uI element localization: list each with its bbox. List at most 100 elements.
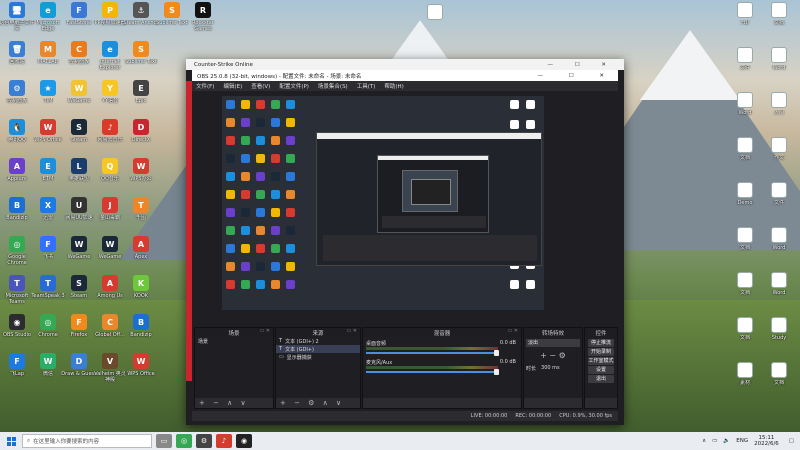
obs-titlebar[interactable]: OBS 25.0.8 (32-bit, windows) - 配置文件: 未命名… — [192, 70, 618, 81]
control-button[interactable]: 退出 — [588, 375, 614, 383]
sources-toolbar[interactable]: + − ⚙ ∧ ∨ — [276, 398, 360, 408]
desktop-icon[interactable]: U 网易UU加速 — [62, 197, 96, 235]
control-button[interactable]: 停止推流 — [588, 339, 614, 347]
source-item[interactable]: ▭ 显示器捕获 — [276, 353, 360, 361]
task-view-icon[interactable]: ▭ — [156, 434, 172, 448]
desktop-icon[interactable]: W WeGame — [62, 80, 96, 118]
source-item[interactable]: T 文本 (GDI+) — [276, 345, 360, 353]
desktop-icon[interactable]: ⚓ Steam Anchor — [123, 2, 159, 40]
menu-item[interactable]: 场景集合(S) — [318, 82, 348, 90]
desktop-file-icon[interactable]: W 作文 — [762, 137, 796, 175]
desktop-icon[interactable]: A Apex — [124, 236, 158, 274]
desktop-icon[interactable]: 🖥 这台电脑主文件夹 — [0, 2, 35, 40]
desktop-icon[interactable]: T 千图 — [124, 197, 158, 235]
desktop-icon[interactable]: C 控制面板 — [62, 41, 96, 79]
desktop-icon[interactable]: P PP视频加速器 — [93, 2, 127, 40]
transition-select[interactable]: 淡出 — [526, 339, 580, 347]
desktop-icon[interactable]: W WPS Office — [124, 353, 158, 391]
desktop-file-icon[interactable]: W 入门 — [762, 92, 796, 130]
desktop-icon[interactable]: ◉ OBS Studio — [0, 314, 34, 352]
obs-window-controls[interactable]: — ☐ ✕ — [537, 73, 618, 79]
desktop-icon[interactable]: A Among Us — [93, 275, 127, 313]
scenes-toolbar[interactable]: + − ∧ ∨ — [195, 398, 273, 408]
desktop-icon[interactable]: D DirectX — [124, 119, 158, 157]
desktop-file-icon[interactable]: ▤ — [418, 4, 452, 42]
desktop-icon[interactable]: ◎ Chrome — [31, 314, 65, 352]
desktop-icon[interactable]: C Global Off... — [93, 314, 127, 352]
desktop-icon[interactable]: B Bandizip — [0, 197, 34, 235]
volume-slider-knob[interactable] — [494, 369, 499, 375]
netease-taskbar-icon[interactable]: ♪ — [216, 434, 232, 448]
desktop-icon[interactable]: S Sublime Text — [155, 2, 189, 40]
input-language[interactable]: ENG — [736, 438, 748, 444]
desktop-icon[interactable]: E Epic — [124, 80, 158, 118]
start-button[interactable] — [0, 432, 22, 450]
app-taskbar-icon[interactable]: ⚙ — [196, 434, 212, 448]
desktop-file-icon[interactable]: W 文件 — [728, 47, 762, 85]
desktop-icon[interactable]: ★ TIM — [31, 80, 65, 118]
desktop-icon[interactable]: A Appium — [0, 158, 34, 196]
desktop-icon[interactable]: K KOOK — [124, 275, 158, 313]
menu-item[interactable]: 编辑(E) — [223, 82, 242, 90]
desktop-file-icon[interactable]: W Word — [762, 47, 796, 85]
desktop-icon[interactable]: W WeGame — [62, 236, 96, 274]
desktop-icon[interactable]: e Internet Explorer — [93, 41, 127, 79]
desktop-icon[interactable]: 🐧 腾讯QQ — [0, 119, 34, 157]
source-item[interactable]: T 文本 (GDI+) 2 — [276, 337, 360, 345]
obs-taskbar-icon[interactable]: ◉ — [236, 434, 252, 448]
projector-titlebar[interactable]: Counter-Strike Online — ☐ ✕ — [186, 59, 624, 70]
desktop-icon[interactable]: J 金山毒霸 — [93, 197, 127, 235]
desktop-icon[interactable]: W WeGame — [93, 236, 127, 274]
desktop-file-icon[interactable]: W Word — [762, 272, 796, 310]
obs-preview[interactable] — [222, 96, 544, 310]
desktop-icon[interactable]: B Bandizip — [124, 314, 158, 352]
desktop-icon[interactable]: e Microsoft Edge — [31, 2, 65, 40]
desktop-file-icon[interactable]: W 文件 — [762, 182, 796, 220]
desktop-icon[interactable]: R Rockstar Games — [186, 2, 220, 40]
volume-slider-knob[interactable] — [494, 350, 499, 356]
mixer-track-mic[interactable]: 麦克风/Aux 0.0 dB — [366, 359, 518, 377]
desktop-icon[interactable]: S Steam — [62, 275, 96, 313]
desktop-file-icon[interactable]: W Demo — [728, 182, 762, 220]
desktop-icon[interactable]: ♪ 网易云音乐 — [93, 119, 127, 157]
desktop-file-icon[interactable]: W 素材 — [728, 362, 762, 400]
desktop-icon[interactable]: W WPS办公 — [124, 158, 158, 196]
desktop-file-icon[interactable]: W FBI — [728, 2, 762, 40]
control-button[interactable]: 设置 — [588, 366, 614, 374]
taskbar-search-input[interactable]: ⌕ 在这里输入你要搜索的内容 — [22, 434, 152, 448]
desktop-icon[interactable]: V Valheim 英灵神殿 — [93, 353, 127, 391]
chrome-taskbar-icon[interactable]: ◎ — [176, 434, 192, 448]
network-icon[interactable]: ▭ — [712, 438, 717, 444]
desktop-icon[interactable]: T TeamSpeak 3 — [31, 275, 65, 313]
desktop-icon[interactable]: Q QQ音乐 — [93, 158, 127, 196]
scene-item[interactable]: 场景 — [195, 337, 273, 345]
desktop-icon[interactable]: ◎ Google Chrome — [0, 236, 34, 274]
control-button[interactable]: 开始录制 — [588, 348, 614, 356]
desktop-icon[interactable]: T Microsoft Teams — [0, 275, 34, 313]
desktop-file-icon[interactable]: W Word — [762, 227, 796, 265]
desktop-icon[interactable]: F Firefox — [62, 314, 96, 352]
desktop-file-icon[interactable]: W 文档 — [762, 2, 796, 40]
desktop-icon[interactable]: S Sublime Text — [124, 41, 158, 79]
desktop-icon[interactable]: W WPS Office — [31, 119, 65, 157]
desktop-icon[interactable]: L 英雄联盟 — [62, 158, 96, 196]
tray-arrow-icon[interactable]: ∧ — [702, 438, 706, 444]
menu-item[interactable]: 工具(T) — [357, 82, 376, 90]
desktop-icon[interactable]: D Draw & Guess — [61, 353, 97, 391]
window-controls[interactable]: — ☐ ✕ — [547, 62, 616, 68]
volume-icon[interactable]: 🔈 — [723, 438, 730, 444]
desktop-icon[interactable]: F FastStone — [62, 2, 96, 40]
mixer-track-desktop[interactable]: 桌面音频 0.0 dB — [366, 340, 518, 358]
desktop-icon[interactable]: S Steam — [62, 119, 96, 157]
desktop-file-icon[interactable]: W 文档 — [728, 317, 762, 355]
clock[interactable]: 15:11 2022/6/6 — [754, 435, 779, 447]
desktop-icon[interactable]: E ETM — [31, 158, 65, 196]
desktop-file-icon[interactable]: W 文档 — [728, 227, 762, 265]
menu-item[interactable]: 帮助(H) — [384, 82, 403, 90]
desktop-icon[interactable]: F 飞书 — [31, 236, 65, 274]
desktop-file-icon[interactable]: W 文档 — [762, 362, 796, 400]
desktop-file-icon[interactable]: W Word — [728, 92, 762, 130]
control-button[interactable]: 工作室模式 — [588, 357, 614, 365]
duration-field[interactable]: 300 ms — [539, 364, 562, 372]
desktop-icon[interactable]: 🗑 回收站 — [0, 41, 34, 79]
